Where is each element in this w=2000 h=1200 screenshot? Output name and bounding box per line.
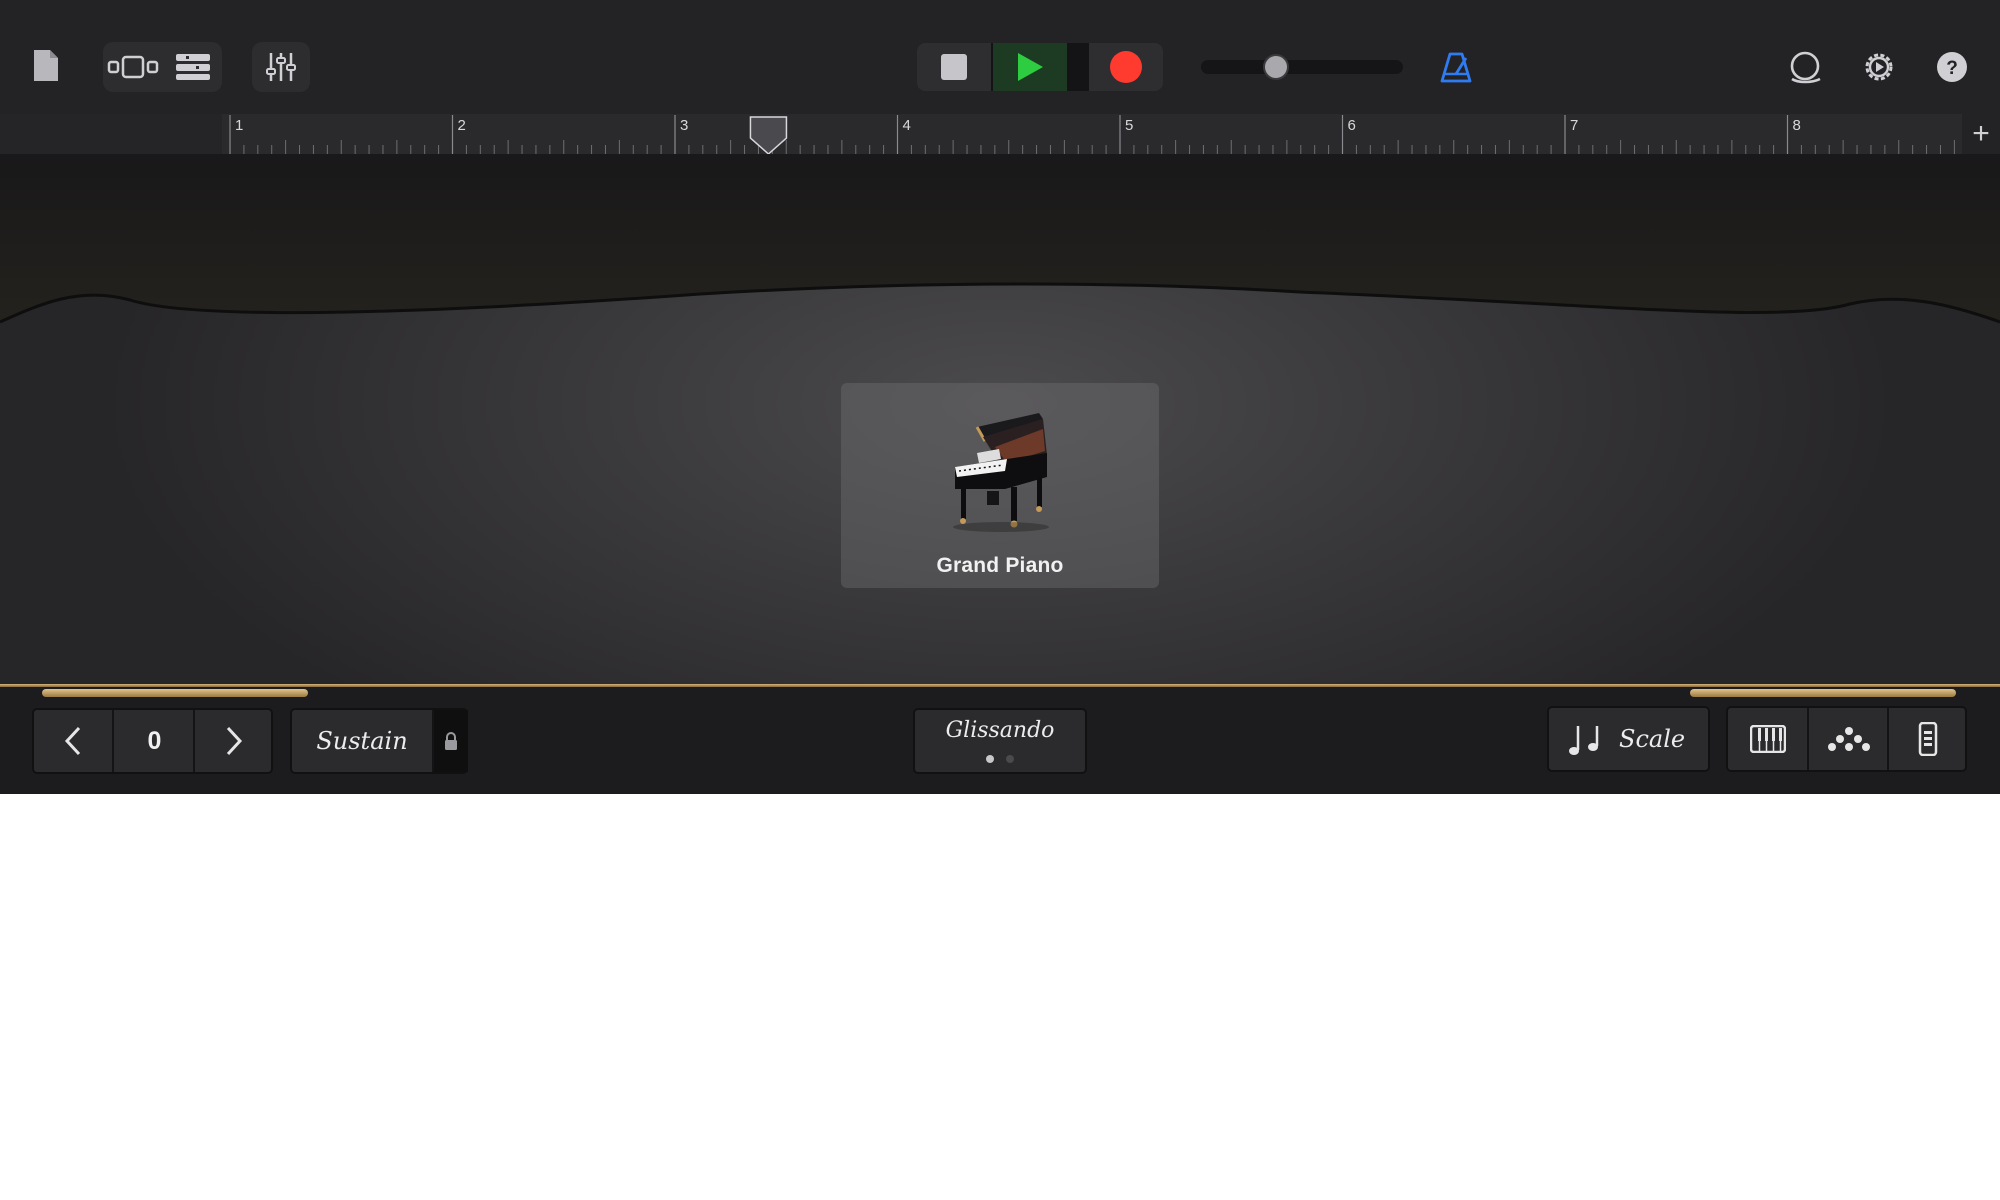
- garageband-keyboard-app: ? 1 2 3 4 5 6 7 8 + Grand Piano 0 Sustain Gliss…: [0, 0, 2000, 794]
- bar-number: 1: [235, 117, 243, 134]
- playhead-handle[interactable]: [749, 116, 788, 154]
- tracks-view-icon: [107, 55, 159, 79]
- grand-piano-image: [953, 413, 1049, 532]
- bar-number: 4: [903, 117, 911, 134]
- instrument-stage: Grand Piano: [0, 154, 2000, 684]
- master-volume-slider[interactable]: [1201, 60, 1403, 74]
- arpeggiator-button[interactable]: [1807, 708, 1889, 770]
- settings-icon: [1865, 53, 1893, 81]
- play-icon: [1018, 53, 1043, 81]
- instrument-name: Grand Piano: [936, 554, 1064, 577]
- metronome-icon: [1440, 52, 1472, 83]
- stop-icon: [941, 54, 967, 80]
- page-dot-active: [986, 755, 994, 763]
- instrument-selector[interactable]: Grand Piano: [841, 383, 1159, 588]
- metronome-button[interactable]: [1436, 46, 1476, 88]
- bar-number: 2: [458, 117, 466, 134]
- browser-list-icon: [175, 54, 210, 80]
- settings-button[interactable]: [1859, 46, 1899, 88]
- browser-list-button[interactable]: [163, 42, 222, 92]
- glissando-button[interactable]: Glissando: [913, 708, 1087, 774]
- arpeggiator-icon: [1828, 727, 1870, 751]
- bar-number: 7: [1570, 117, 1578, 134]
- page-dot: [1006, 755, 1014, 763]
- keyboard-icon: [1749, 725, 1786, 753]
- document-icon: [34, 50, 58, 81]
- glissando-label: Glissando: [945, 718, 1055, 743]
- octave-control: 0: [32, 708, 273, 774]
- loop-browser-button[interactable]: [1786, 46, 1826, 88]
- transport-controls: [917, 43, 1163, 91]
- lock-icon: [445, 732, 457, 750]
- bar-number: 5: [1125, 117, 1133, 134]
- controller-view-button[interactable]: [1887, 708, 1967, 770]
- bar-number: 3: [680, 117, 688, 134]
- octave-up-button[interactable]: [193, 710, 273, 772]
- chevron-left-icon: [64, 726, 81, 756]
- plus-icon: +: [1972, 117, 1990, 150]
- track-controls-button[interactable]: [252, 42, 310, 92]
- help-button[interactable]: ?: [1932, 46, 1972, 88]
- record-button[interactable]: [1089, 43, 1163, 91]
- loop-browser-icon: [1790, 51, 1821, 84]
- master-volume-knob[interactable]: [1262, 54, 1289, 80]
- view-mode-group: [1726, 706, 1967, 772]
- play-button[interactable]: [993, 43, 1067, 91]
- tracks-view-button[interactable]: [103, 42, 163, 92]
- sustain-control: Sustain: [290, 708, 468, 774]
- record-icon: [1110, 51, 1142, 83]
- ruler-header: [0, 114, 222, 154]
- scale-button[interactable]: Scale: [1547, 706, 1710, 772]
- add-section-button[interactable]: +: [1962, 114, 2000, 154]
- keyboard-view-button[interactable]: [1728, 708, 1807, 770]
- controller-icon: [1918, 722, 1938, 756]
- bar-number: 6: [1348, 117, 1356, 134]
- notes-icon: [1569, 726, 1599, 755]
- sustain-button[interactable]: Sustain: [292, 710, 432, 772]
- sustain-label: Sustain: [316, 727, 408, 755]
- sustain-lock-button[interactable]: [432, 710, 468, 772]
- octave-value-text: 0: [147, 726, 162, 755]
- timeline-ruler[interactable]: 1 2 3 4 5 6 7 8: [222, 114, 1962, 154]
- bar-number: 8: [1793, 117, 1801, 134]
- help-icon: ?: [1937, 52, 1967, 82]
- chevron-right-icon: [226, 726, 243, 756]
- right-hinge: [1690, 689, 1956, 697]
- stop-button[interactable]: [917, 43, 991, 91]
- gold-trim: [0, 684, 2000, 687]
- scale-label: Scale: [1619, 725, 1686, 753]
- svg-text:?: ?: [1946, 58, 1958, 79]
- mixer-controls-icon: [266, 53, 296, 81]
- my-songs-button[interactable]: [26, 44, 66, 88]
- octave-down-button[interactable]: [34, 710, 112, 772]
- octave-value: 0: [112, 710, 195, 772]
- piano-lid-backdrop: [0, 154, 2000, 324]
- left-hinge: [42, 689, 308, 697]
- control-bar: ?: [0, 0, 2000, 114]
